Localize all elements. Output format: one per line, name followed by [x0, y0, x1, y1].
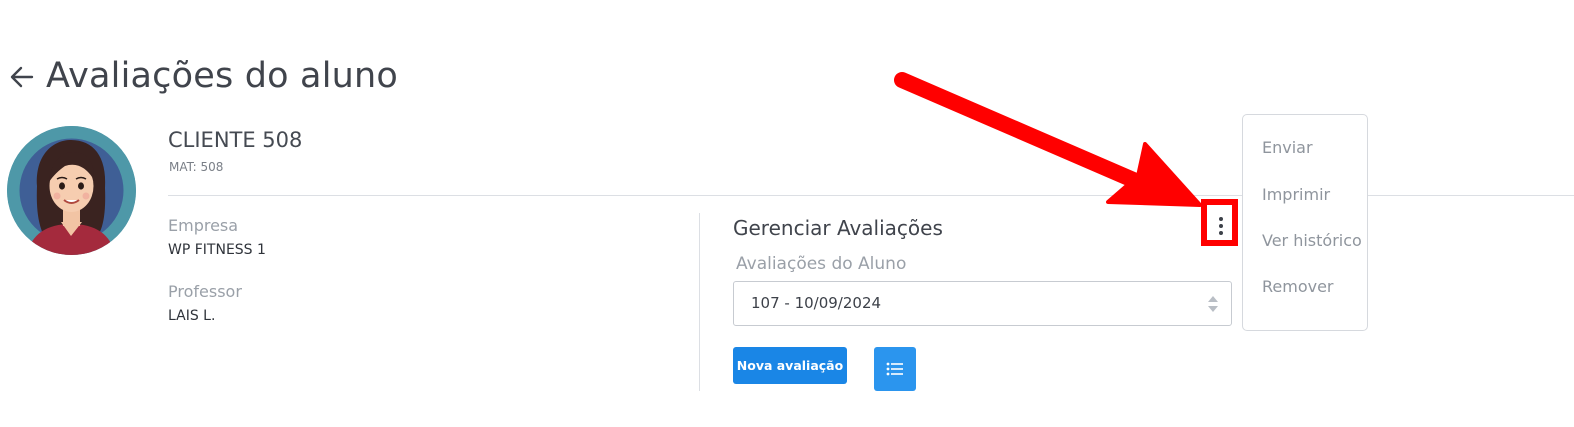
annotation-highlight-box [1201, 199, 1238, 246]
list-icon [886, 362, 903, 376]
menu-item-enviar[interactable]: Enviar [1262, 138, 1313, 157]
client-name: CLIENTE 508 [168, 128, 303, 152]
empresa-value: WP FITNESS 1 [168, 242, 266, 258]
list-button[interactable] [874, 347, 916, 391]
back-arrow-icon[interactable] [8, 62, 36, 92]
woman-avatar-icon [7, 126, 136, 255]
actions-dropdown-menu: Enviar Imprimir Ver histórico Remover [1242, 114, 1368, 331]
nova-avaliacao-button[interactable]: Nova avaliação [733, 347, 847, 384]
avatar [7, 126, 136, 255]
professor-label: Professor [168, 282, 242, 301]
professor-value: LAIS L. [168, 308, 216, 324]
avaliacoes-select[interactable]: 107 - 10/09/2024 [733, 281, 1232, 326]
section-title: Gerenciar Avaliações [733, 216, 943, 240]
select-value: 107 - 10/09/2024 [751, 294, 882, 312]
menu-item-ver-historico[interactable]: Ver histórico [1262, 231, 1362, 250]
select-label: Avaliações do Aluno [736, 254, 907, 274]
menu-item-imprimir[interactable]: Imprimir [1262, 185, 1330, 204]
vertical-divider [699, 213, 700, 391]
empresa-label: Empresa [168, 216, 239, 235]
menu-item-remover[interactable]: Remover [1262, 277, 1334, 296]
page-title: Avaliações do aluno [46, 56, 399, 96]
sort-arrows-icon [1208, 296, 1218, 312]
client-registration: MAT: 508 [169, 160, 224, 174]
